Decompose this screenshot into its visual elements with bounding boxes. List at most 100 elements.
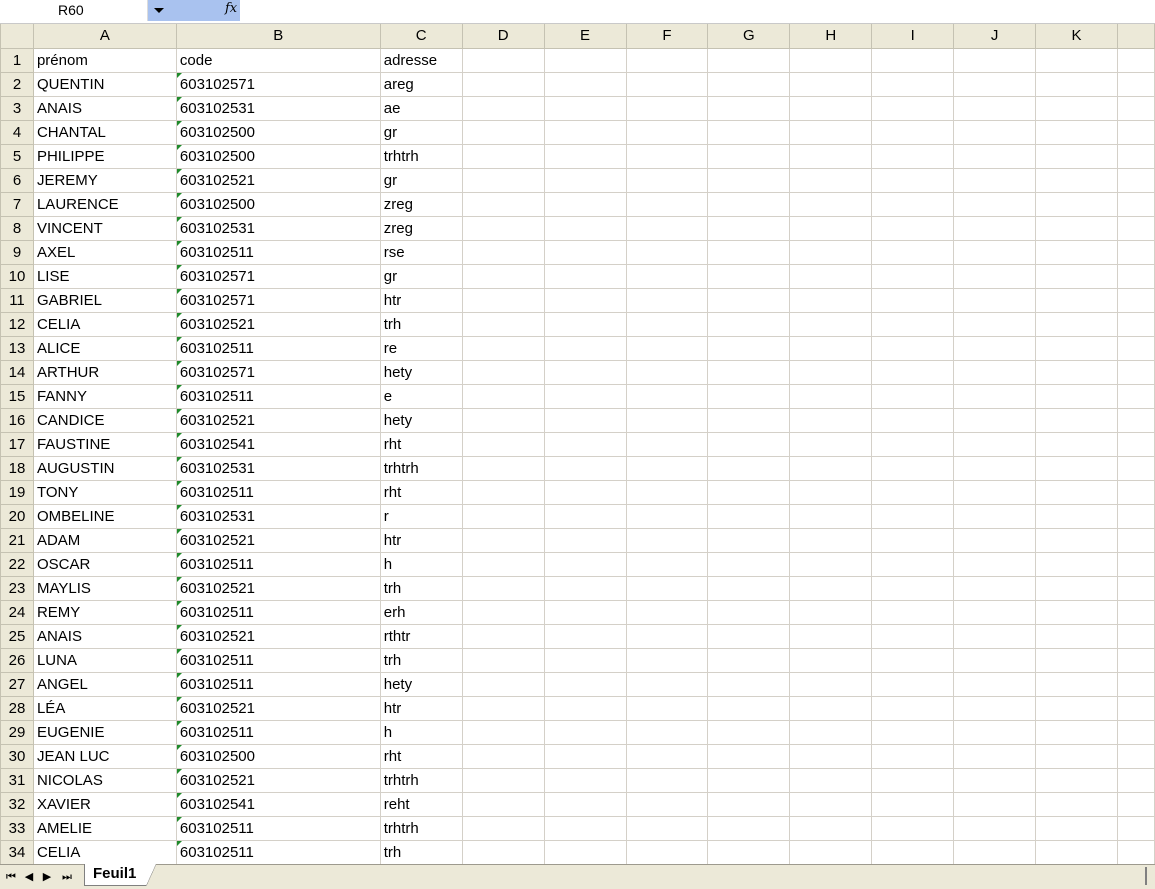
empty-cell[interactable]	[1116, 479, 1155, 505]
empty-cell[interactable]	[543, 191, 627, 217]
cell-b[interactable]: 603102521	[175, 623, 381, 649]
empty-cell[interactable]	[461, 671, 545, 697]
row-header[interactable]: 18	[0, 455, 34, 481]
empty-cell[interactable]	[543, 503, 627, 529]
empty-cell[interactable]	[789, 767, 873, 793]
cell-c[interactable]: areg	[379, 71, 463, 97]
empty-cell[interactable]	[543, 335, 627, 361]
empty-cell[interactable]	[707, 503, 791, 529]
cell-a[interactable]: GABRIEL	[32, 287, 177, 313]
empty-cell[interactable]	[1035, 191, 1118, 217]
cell-a[interactable]: OMBELINE	[32, 503, 177, 529]
cell-c[interactable]: e	[379, 383, 463, 409]
empty-cell[interactable]	[1035, 287, 1118, 313]
cell-b[interactable]: 603102531	[175, 215, 381, 241]
empty-cell[interactable]	[871, 167, 955, 193]
empty-cell[interactable]	[625, 719, 709, 745]
empty-cell[interactable]	[1116, 311, 1155, 337]
empty-cell[interactable]	[461, 335, 545, 361]
cell-b[interactable]: 603102500	[175, 119, 381, 145]
cell-b[interactable]: code	[175, 47, 381, 73]
empty-cell[interactable]	[1035, 119, 1118, 145]
empty-cell[interactable]	[543, 791, 627, 817]
empty-cell[interactable]	[707, 455, 791, 481]
cell-a[interactable]: JEREMY	[32, 167, 177, 193]
cell-a[interactable]: VINCENT	[32, 215, 177, 241]
empty-cell[interactable]	[625, 743, 709, 769]
empty-cell[interactable]	[707, 383, 791, 409]
empty-cell[interactable]	[543, 47, 627, 73]
empty-cell[interactable]	[1035, 479, 1118, 505]
empty-cell[interactable]	[871, 839, 955, 864]
row-header[interactable]: 30	[0, 743, 34, 769]
row-header[interactable]: 24	[0, 599, 34, 625]
column-header-a[interactable]: A	[32, 24, 177, 49]
cell-b[interactable]: 603102511	[175, 551, 381, 577]
column-header-c[interactable]: C	[379, 24, 463, 49]
empty-cell[interactable]	[1116, 575, 1155, 601]
empty-cell[interactable]	[1035, 95, 1118, 121]
first-sheet-icon[interactable]: ⏮	[2, 869, 20, 885]
empty-cell[interactable]	[625, 791, 709, 817]
empty-cell[interactable]	[1035, 311, 1118, 337]
cell-a[interactable]: ANAIS	[32, 623, 177, 649]
cell-a[interactable]: NICOLAS	[32, 767, 177, 793]
empty-cell[interactable]	[543, 407, 627, 433]
empty-cell[interactable]	[1035, 599, 1118, 625]
empty-cell[interactable]	[789, 71, 873, 97]
empty-cell[interactable]	[1035, 527, 1118, 553]
empty-cell[interactable]	[461, 119, 545, 145]
empty-cell[interactable]	[1116, 263, 1155, 289]
empty-cell[interactable]	[625, 167, 709, 193]
row-header[interactable]: 29	[0, 719, 34, 745]
cell-c[interactable]: trhtrh	[379, 143, 463, 169]
empty-cell[interactable]	[625, 287, 709, 313]
empty-cell[interactable]	[953, 455, 1037, 481]
cell-b[interactable]: 603102521	[175, 407, 381, 433]
empty-cell[interactable]	[953, 791, 1037, 817]
cell-a[interactable]: LUNA	[32, 647, 177, 673]
empty-cell[interactable]	[625, 239, 709, 265]
cell-b[interactable]: 603102521	[175, 695, 381, 721]
empty-cell[interactable]	[871, 479, 955, 505]
cell-a[interactable]: CANDICE	[32, 407, 177, 433]
empty-cell[interactable]	[953, 479, 1037, 505]
cell-a[interactable]: prénom	[32, 47, 177, 73]
empty-cell[interactable]	[789, 575, 873, 601]
empty-cell[interactable]	[461, 599, 545, 625]
cell-a[interactable]: CELIA	[32, 839, 177, 864]
empty-cell[interactable]	[707, 767, 791, 793]
empty-cell[interactable]	[871, 695, 955, 721]
empty-cell[interactable]	[707, 791, 791, 817]
cell-b[interactable]: 603102531	[175, 95, 381, 121]
empty-cell[interactable]	[953, 575, 1037, 601]
empty-cell[interactable]	[625, 551, 709, 577]
empty-cell[interactable]	[707, 479, 791, 505]
empty-cell[interactable]	[625, 191, 709, 217]
cell-a[interactable]: FAUSTINE	[32, 431, 177, 457]
name-box[interactable]: R60	[0, 0, 148, 21]
empty-cell[interactable]	[871, 407, 955, 433]
empty-cell[interactable]	[461, 431, 545, 457]
empty-cell[interactable]	[707, 671, 791, 697]
empty-cell[interactable]	[543, 95, 627, 121]
empty-cell[interactable]	[625, 479, 709, 505]
empty-cell[interactable]	[461, 263, 545, 289]
empty-cell[interactable]	[1116, 671, 1155, 697]
empty-cell[interactable]	[789, 815, 873, 841]
empty-cell[interactable]	[461, 359, 545, 385]
empty-cell[interactable]	[707, 47, 791, 73]
empty-cell[interactable]	[789, 719, 873, 745]
cell-b[interactable]: 603102571	[175, 287, 381, 313]
empty-cell[interactable]	[789, 407, 873, 433]
empty-cell[interactable]	[1035, 791, 1118, 817]
empty-cell[interactable]	[707, 719, 791, 745]
empty-cell[interactable]	[871, 767, 955, 793]
insert-function-button[interactable]: fx	[170, 0, 240, 21]
row-header[interactable]: 13	[0, 335, 34, 361]
cell-c[interactable]: gr	[379, 263, 463, 289]
empty-cell[interactable]	[953, 71, 1037, 97]
cell-a[interactable]: AMELIE	[32, 815, 177, 841]
empty-cell[interactable]	[789, 287, 873, 313]
row-header[interactable]: 31	[0, 767, 34, 793]
